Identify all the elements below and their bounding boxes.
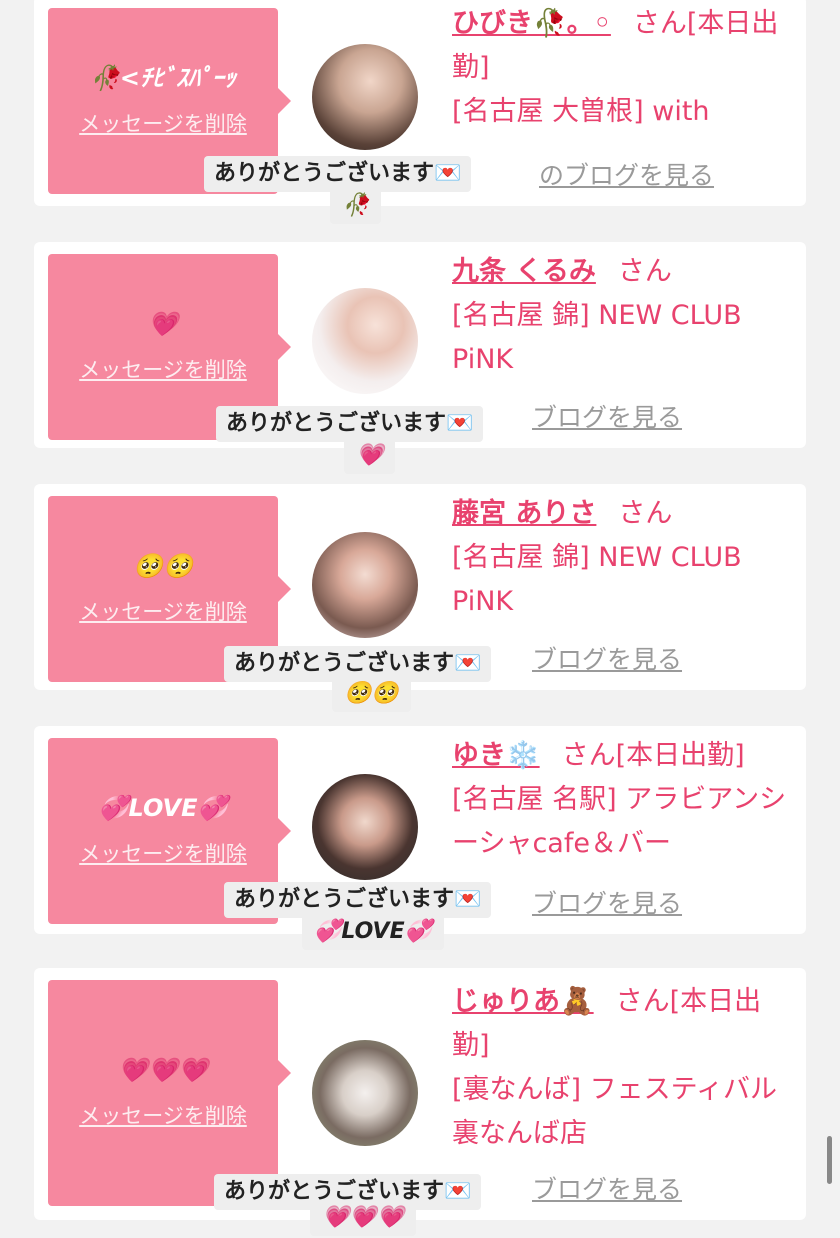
reply-emoji: 🥀	[330, 188, 382, 224]
shop-name: [裏なんば] フェスティバル裏なんば店	[452, 1074, 778, 1149]
profile-name-link[interactable]: ひびき🥀。◦	[452, 8, 611, 39]
shop-name: [名古屋 名駅] アラビアンシーシャcafe＆バー	[452, 784, 787, 859]
thanks-reply: ありがとうございます💌	[224, 882, 492, 918]
honorific: さん	[632, 8, 687, 39]
delete-message-link[interactable]: メッセージを削除	[79, 108, 247, 138]
profile-name-link[interactable]: 九条 くるみ	[452, 256, 596, 287]
shop-name: [名古屋 錦] NEW CLUB PiNK	[452, 542, 742, 617]
delete-message-link[interactable]: メッセージを削除	[79, 1100, 247, 1130]
list-item: 💗💗💗 メッセージを削除 じゅりあ🧸 さん[本日出勤] [裏なんば] フェスティバ…	[34, 968, 806, 1236]
profile-name-link[interactable]: 藤宮 ありさ	[452, 498, 596, 529]
delete-message-link[interactable]: メッセージを削除	[79, 354, 247, 384]
profile-info: 藤宮 ありさ さん [名古屋 錦] NEW CLUB PiNK	[452, 492, 788, 624]
blog-link[interactable]: ブログを見る	[532, 640, 682, 676]
list-item: 💗 メッセージを削除 九条 くるみ さん [名古屋 錦] NEW CLUB PiN…	[34, 242, 806, 474]
message-text: 💗	[148, 309, 178, 338]
message-text: 🥺🥺	[133, 551, 193, 580]
avatar[interactable]	[312, 774, 418, 880]
avatar[interactable]	[312, 44, 418, 150]
delete-message-link[interactable]: メッセージを削除	[79, 596, 247, 626]
profile-info: ゆき❄️ さん[本日出勤] [名古屋 名駅] アラビアンシーシャcafe＆バー	[452, 734, 788, 866]
profile-name-link[interactable]: じゅりあ🧸	[452, 986, 594, 1017]
avatar[interactable]	[312, 532, 418, 638]
honorific: さん	[615, 986, 670, 1017]
shop-name: [名古屋 大曽根] with	[452, 96, 710, 127]
shop-name: [名古屋 錦] NEW CLUB PiNK	[452, 300, 742, 375]
work-status: [本日出勤]	[615, 740, 745, 771]
profile-info: ひびき🥀。◦ さん[本日出勤] [名古屋 大曽根] with	[452, 2, 788, 134]
delete-message-link[interactable]: メッセージを削除	[79, 838, 247, 868]
message-text: 💞LOVE💞	[98, 793, 228, 822]
message-bubble: 💗💗💗 メッセージを削除	[48, 980, 291, 1206]
reply-emoji: 💗	[344, 438, 396, 474]
avatar[interactable]	[312, 1040, 418, 1146]
reply-emoji: 🥺🥺	[332, 676, 411, 712]
reply-emoji: 💗💗💗	[310, 1200, 417, 1236]
reply-emoji: 💞LOVE💞	[302, 914, 444, 950]
scrollbar[interactable]	[827, 1136, 832, 1184]
blog-link[interactable]: ブログを見る	[532, 1170, 682, 1206]
blog-link[interactable]: ブログを見る	[532, 884, 682, 920]
thanks-reply: ありがとうございます💌	[216, 406, 484, 442]
list-item: 🥀<ﾁﾋﾞｽﾊﾟｰｯ メッセージを削除 ひびき🥀。◦ さん[本日出勤] [名古屋 …	[34, 0, 806, 224]
message-text: 🥀<ﾁﾋﾞｽﾊﾟｰｯ	[90, 63, 236, 92]
profile-info: 九条 くるみ さん [名古屋 錦] NEW CLUB PiNK	[452, 250, 788, 382]
list-item: 💞LOVE💞 メッセージを削除 ゆき❄️ さん[本日出勤] [名古屋 名駅] アラ…	[34, 726, 806, 950]
honorific: さん	[617, 256, 672, 287]
thanks-reply: ありがとうございます💌	[204, 156, 472, 192]
profile-info: じゅりあ🧸 さん[本日出勤] [裏なんば] フェスティバル裏なんば店	[452, 980, 788, 1156]
blog-link[interactable]: のブログを見る	[539, 156, 714, 192]
list-item: 🥺🥺 メッセージを削除 藤宮 ありさ さん [名古屋 錦] NEW CLUB Pi…	[34, 484, 806, 712]
blog-link[interactable]: ブログを見る	[532, 398, 682, 434]
honorific: さん	[561, 740, 616, 771]
avatar[interactable]	[312, 288, 418, 394]
message-text: 💗💗💗	[118, 1055, 208, 1084]
honorific: さん	[618, 498, 673, 529]
profile-name-link[interactable]: ゆき❄️	[452, 740, 540, 771]
